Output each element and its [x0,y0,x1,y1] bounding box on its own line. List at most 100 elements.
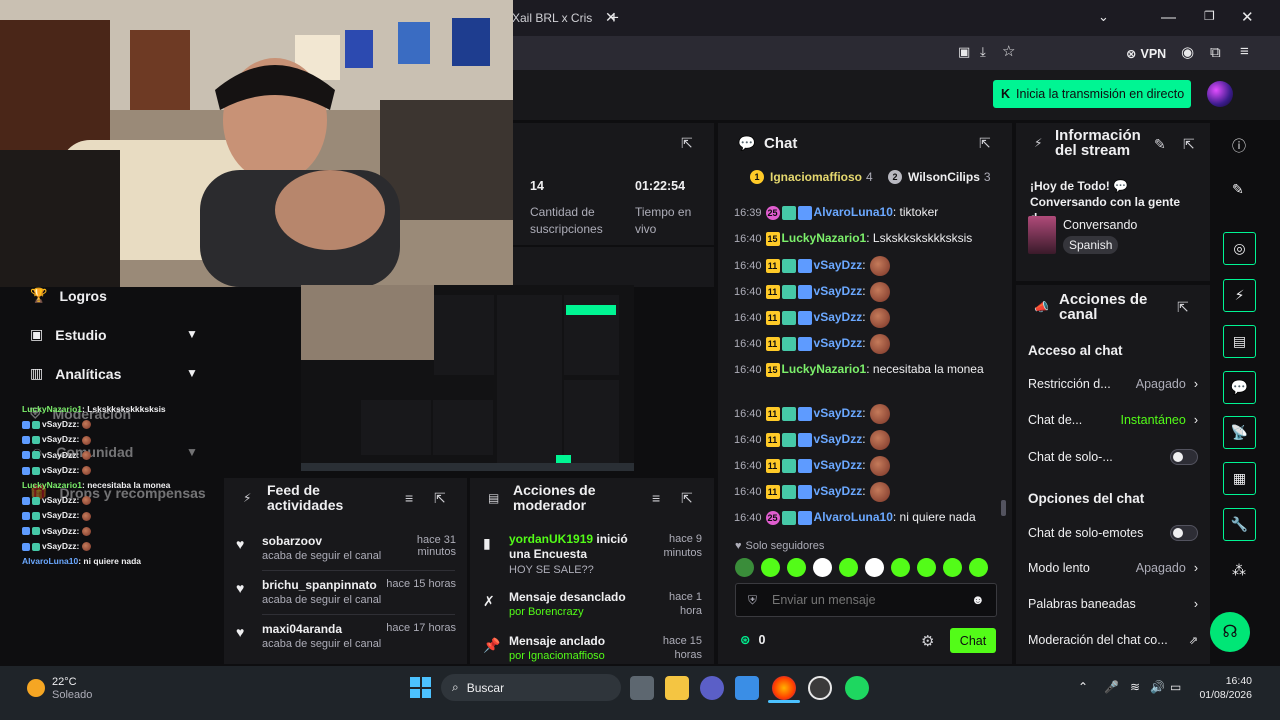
banned-words-row[interactable]: Palabras baneadas › [1028,597,1198,611]
activity-feed-title: Feed de actividades [267,482,344,513]
restriction-row[interactable]: Restricción d... Apagado › [1028,377,1198,391]
file-explorer-icon[interactable] [665,676,689,700]
teams-icon[interactable] [700,676,724,700]
emote-button[interactable] [865,558,884,577]
chat-username[interactable]: vSayDzz [814,458,863,472]
chat-username[interactable]: vSayDzz [814,432,863,446]
emotes-only-toggle[interactable] [1170,525,1198,541]
chevron-down-icon[interactable]: ▼ [186,327,198,341]
firefox-icon[interactable] [772,676,796,700]
popout-icon[interactable]: ⇱ [1183,136,1195,153]
followers-only-toggle[interactable] [1170,449,1198,465]
menu-icon[interactable]: ≡ [1240,44,1249,59]
minimize-icon[interactable]: — [1161,10,1176,25]
screenshot-icon[interactable]: ▣ [958,45,970,58]
emote-button[interactable] [917,558,936,577]
battery-icon[interactable]: ▭ [1170,680,1181,694]
user-avatar[interactable] [1207,81,1233,107]
taskbar-clock[interactable]: 16:40 01/08/2026 [1198,674,1252,702]
volume-icon[interactable]: 🔊 [1150,680,1165,694]
emote-button[interactable] [761,558,780,577]
wifi-icon[interactable]: ≋ [1130,680,1140,694]
filter-icon[interactable]: ≡ [405,490,413,506]
search-icon: ⌕ [452,680,459,694]
chat-bubble-icon[interactable]: 💬 [1223,371,1256,404]
popout-icon[interactable]: ⇱ [979,135,991,152]
chat-scrollbar[interactable] [1001,500,1006,516]
emote-button[interactable] [839,558,858,577]
lightning-icon[interactable]: ⚡ [1223,279,1256,312]
spotify-icon[interactable] [845,676,869,700]
apps-icon[interactable]: ⁂ [1232,562,1246,579]
emote-button[interactable] [943,558,962,577]
restore-window-icon[interactable]: ❐ [1204,10,1215,22]
go-live-button[interactable]: K Inicia la transmisión en directo [993,80,1191,108]
chat-username[interactable]: vSayDzz [814,484,863,498]
browser-tab-title[interactable]: Xail BRL x Cris M [512,11,592,25]
emote-button[interactable] [969,558,988,577]
weather-widget[interactable]: 22°C Soleado [52,676,92,702]
chat-username[interactable]: LuckyNazario1 [782,231,867,245]
chat-username[interactable]: vSayDzz [814,336,863,350]
broadcast-icon[interactable]: 📡 [1223,416,1256,449]
close-window-icon[interactable]: ✕ [1241,10,1254,25]
store-icon[interactable] [735,676,759,700]
vpn-button[interactable]: ⊗ VPN [1126,46,1166,62]
sidebar-item-estudio[interactable]: ▣ Estudio [30,326,107,343]
edit-pencil-icon[interactable]: ✎ [1232,181,1244,198]
chat-delay-row[interactable]: Chat de... Instantáneo › [1028,413,1198,427]
sidebar-item-logros[interactable]: 🏆 Logros [30,287,107,304]
popout-icon[interactable]: ⇱ [1177,299,1189,316]
chat-username[interactable]: vSayDzz [814,284,863,298]
bookmark-star-icon[interactable]: ☆ [1002,44,1015,59]
popout-icon[interactable]: ⇱ [434,490,446,507]
taskbar-search[interactable]: ⌕ Buscar [441,674,621,701]
feed-username[interactable]: sobarzoov [262,534,322,548]
chat-moderation-row[interactable]: Moderación del chat co... ⇗ [1028,633,1198,647]
chat-send-button[interactable]: Chat [950,628,996,653]
task-view-icon[interactable] [630,676,654,700]
emoji-icon[interactable]: ☻ [971,592,985,607]
support-headset-icon[interactable]: ☊ [1210,612,1250,652]
chevron-down-icon[interactable]: ▼ [186,366,198,380]
chat-username[interactable]: LuckyNazario1 [782,362,867,376]
emote-button[interactable] [787,558,806,577]
document-icon[interactable]: ▤ [1223,325,1256,358]
chat-input[interactable] [772,590,962,610]
camera-focus-icon[interactable]: ◎ [1223,232,1256,265]
chat-username[interactable]: vSayDzz [814,310,863,324]
new-tab-button[interactable]: + [609,9,619,26]
chat-username[interactable]: AlvaroLuna10 [814,510,893,524]
emote-button[interactable] [891,558,910,577]
chat-input-box[interactable]: ⛨ ☻ [735,583,997,617]
popout-icon[interactable]: ⇱ [681,135,693,152]
chat-username[interactable]: vSayDzz [814,258,863,272]
gear-icon[interactable]: ⚙ [921,632,934,650]
sidebar-item-analiticas[interactable]: ▥ Analíticas [30,365,121,382]
edit-pencil-icon[interactable]: ✎ [1154,136,1166,153]
slow-mode-row[interactable]: Modo lento Apagado › [1028,561,1198,575]
feed-username[interactable]: brichu_spanpinnato [262,578,377,592]
chat-username[interactable]: AlvaroLuna10 [814,205,893,219]
top-gifter-2[interactable]: 2 WilsonCilips 3 [888,170,991,184]
top-gifter-1[interactable]: 1 Ignaciomaffioso 4 [750,170,873,184]
account-icon[interactable]: ◉ [1181,45,1194,60]
extensions-icon[interactable]: ⧉ [1210,45,1221,60]
microphone-icon[interactable]: 🎤 [1104,680,1119,694]
layout-icon[interactable]: ▦ [1223,462,1256,495]
feed-username[interactable]: maxi04aranda [262,622,342,636]
info-circle-icon[interactable]: ⓘ [1232,136,1246,156]
chevron-up-icon[interactable]: ⌃ [1078,680,1088,694]
download-icon[interactable]: ⤓ [980,45,986,58]
chevron-down-icon[interactable]: ▼ [186,445,198,459]
windows-start-icon[interactable] [410,677,431,698]
tab-list-chevron-icon[interactable]: ⌄ [1098,10,1109,23]
stream-preview[interactable] [301,285,634,471]
emote-button[interactable] [735,558,754,577]
obs-icon[interactable] [808,676,832,700]
mod-action-user[interactable]: yordanUK1919 [509,532,593,546]
channel-points[interactable]: ⊛ 0 [740,632,765,648]
wrench-icon[interactable]: 🔧 [1223,508,1256,541]
emote-button[interactable] [813,558,832,577]
chat-username[interactable]: vSayDzz [814,406,863,420]
